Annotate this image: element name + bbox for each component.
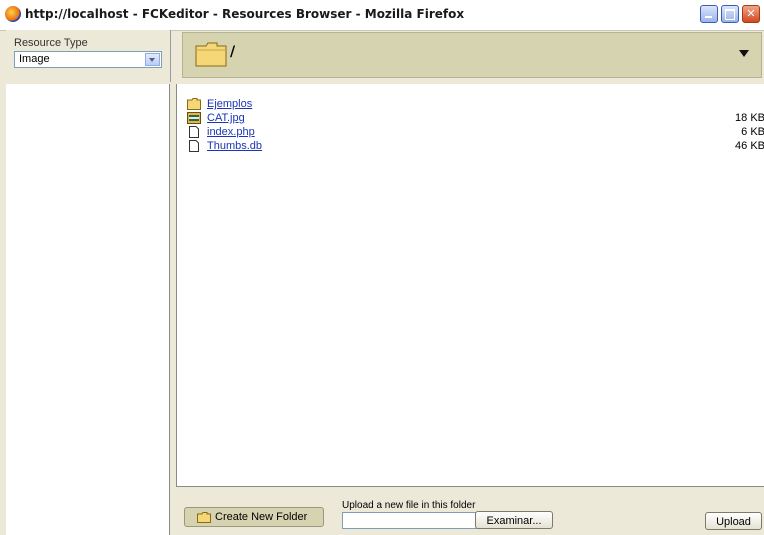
bottom-toolbar: Create New Folder Upload a new file in t… — [176, 487, 764, 535]
document-icon — [189, 140, 199, 152]
file-name[interactable]: CAT.jpg — [207, 112, 245, 124]
chevron-down-icon[interactable] — [145, 53, 160, 66]
upload-label: Upload a new file in this folder — [342, 500, 476, 511]
file-name[interactable]: index.php — [207, 126, 255, 138]
current-folder-bar: / — [182, 32, 762, 78]
file-size: 6 KB — [741, 126, 764, 138]
minimize-icon — [705, 16, 712, 18]
list-item-file[interactable]: Thumbs.db 46 KB — [187, 140, 764, 153]
create-folder-label: Create New Folder — [215, 511, 308, 523]
window-title: http://localhost - FCKeditor - Resources… — [25, 7, 465, 21]
upload-file-input[interactable] — [342, 512, 482, 529]
folder-tree-panel — [6, 84, 170, 535]
folder-icon — [195, 42, 227, 67]
folder-icon — [187, 98, 201, 110]
image-file-icon — [187, 112, 201, 124]
minimize-button[interactable] — [700, 5, 718, 23]
file-name[interactable]: Thumbs.db — [207, 140, 262, 152]
resource-type-label: Resource Type — [14, 37, 88, 49]
close-button[interactable]: ✕ — [742, 5, 760, 23]
folder-icon — [197, 512, 211, 523]
file-list: Ejemplos CAT.jpg 18 KB index.php 6 KB Th… — [176, 84, 764, 487]
resource-type-select[interactable]: Image — [14, 51, 162, 68]
window-title-bar: http://localhost - FCKeditor - Resources… — [0, 0, 764, 31]
document-icon — [189, 126, 199, 138]
file-size: 18 KB — [735, 112, 764, 124]
list-item-folder[interactable]: Ejemplos — [187, 98, 764, 111]
close-icon: ✕ — [746, 7, 756, 20]
browse-button[interactable]: Examinar... — [475, 511, 553, 529]
current-path: / — [230, 44, 236, 60]
resource-type-value: Image — [19, 53, 50, 65]
maximize-icon — [725, 9, 735, 20]
upload-button[interactable]: Upload — [705, 512, 762, 530]
create-folder-button[interactable]: Create New Folder — [184, 507, 324, 527]
file-size: 46 KB — [735, 140, 764, 152]
list-item-file[interactable]: CAT.jpg 18 KB — [187, 112, 764, 125]
firefox-logo-icon — [5, 6, 21, 22]
maximize-button[interactable] — [721, 5, 739, 23]
file-name[interactable]: Ejemplos — [207, 98, 252, 110]
list-item-file[interactable]: index.php 6 KB — [187, 126, 764, 139]
dropdown-arrow-icon[interactable] — [739, 50, 749, 57]
